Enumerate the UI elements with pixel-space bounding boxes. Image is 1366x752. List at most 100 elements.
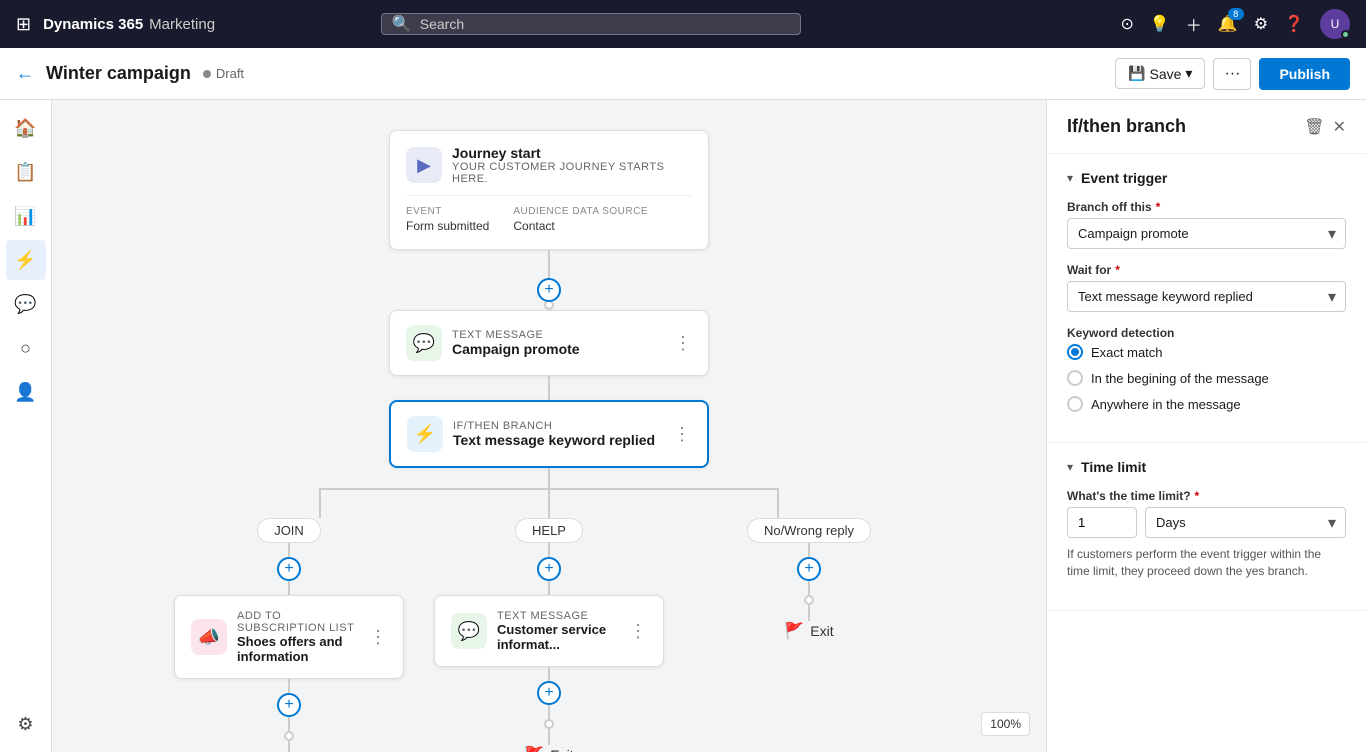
- help-connector-4: [548, 703, 550, 719]
- radio-anywhere[interactable]: Anywhere in the message: [1067, 396, 1346, 412]
- delete-button[interactable]: 🗑: [1304, 117, 1324, 137]
- wait-for-label: Wait for *: [1067, 263, 1346, 277]
- sidebar-settings[interactable]: ⚙: [6, 704, 46, 744]
- save-dropdown-icon[interactable]: ▾: [1185, 65, 1192, 82]
- branches-row: JOIN + 📣 Add to subscription list Shoes …: [169, 518, 929, 752]
- avatar[interactable]: U: [1320, 9, 1350, 39]
- branch-off-select[interactable]: Campaign promote: [1067, 218, 1346, 249]
- wrong-flag-icon: 🚩: [784, 621, 804, 641]
- panel-actions: 🗑 ✕: [1304, 117, 1346, 137]
- wrong-reply-branch: No/Wrong reply + 🚩 Exit: [689, 518, 929, 641]
- sidebar-home[interactable]: 🏠: [6, 108, 46, 148]
- wrong-reply-label: No/Wrong reply: [747, 518, 871, 543]
- save-button[interactable]: 💾 Save ▾: [1115, 58, 1205, 89]
- help-sub-menu[interactable]: ⋮: [629, 621, 647, 642]
- if-then-type: If/Then branch: [453, 420, 663, 432]
- time-limit-question: What's the time limit? *: [1067, 489, 1346, 503]
- environment-icon[interactable]: ⊙: [1120, 14, 1133, 34]
- join-label: JOIN: [257, 518, 321, 543]
- add-node-button-1[interactable]: +: [537, 278, 561, 302]
- add-help-button[interactable]: +: [537, 557, 561, 581]
- keyword-radio-group: Exact match In the begining of the messa…: [1067, 344, 1346, 412]
- sidebar-analytics[interactable]: 📊: [6, 196, 46, 236]
- connector-1: [548, 250, 550, 280]
- app-brand: Dynamics 365 Marketing: [43, 16, 215, 33]
- event-trigger-header[interactable]: ▾ Event trigger: [1067, 170, 1346, 186]
- join-connector-2: [288, 579, 290, 595]
- add-help-bottom-button[interactable]: +: [537, 681, 561, 705]
- sidebar-list[interactable]: 📋: [6, 152, 46, 192]
- panel-header: If/then branch 🗑 ✕: [1047, 100, 1366, 154]
- branch-off-label: Branch off this *: [1067, 200, 1346, 214]
- page-header: ← Winter campaign Draft 💾 Save ▾ ··· Pub…: [0, 48, 1366, 100]
- sidebar-circle[interactable]: ○: [6, 328, 46, 368]
- add-wrong-button[interactable]: +: [797, 557, 821, 581]
- add-join-bottom-button[interactable]: +: [277, 693, 301, 717]
- event-trigger-title: Event trigger: [1081, 170, 1167, 186]
- beginning-label: In the begining of the message: [1091, 371, 1269, 386]
- join-branch: JOIN + 📣 Add to subscription list Shoes …: [169, 518, 409, 752]
- help-icon[interactable]: ❓: [1284, 14, 1304, 34]
- branch-mid-down: [548, 488, 550, 518]
- branch-icon: ⚡: [407, 416, 443, 452]
- wait-for-required: *: [1115, 263, 1120, 277]
- search-input[interactable]: [420, 16, 790, 32]
- help-exit-label: Exit: [550, 747, 573, 752]
- journey-start-icon: ▶: [406, 147, 442, 183]
- event-value: Form submitted: [406, 219, 489, 233]
- add-icon[interactable]: ＋: [1186, 12, 1202, 36]
- wrong-exit: 🚩 Exit: [784, 621, 833, 641]
- time-number-input[interactable]: [1067, 507, 1137, 538]
- journey-start-name: Journey start: [452, 145, 692, 161]
- journey-start-node[interactable]: ▶ Journey start Your customer journey st…: [389, 130, 709, 250]
- radio-exact-match[interactable]: Exact match: [1067, 344, 1346, 360]
- help-sub-node[interactable]: 💬 Text message Customer service informat…: [434, 595, 664, 667]
- canvas-area[interactable]: ▶ Journey start Your customer journey st…: [52, 100, 1046, 752]
- time-unit-select[interactable]: Days Hours Minutes: [1145, 507, 1346, 538]
- join-sub-type: Add to subscription list: [237, 610, 359, 634]
- back-button[interactable]: ←: [16, 63, 34, 84]
- join-sub-node[interactable]: 📣 Add to subscription list Shoes offers …: [174, 595, 404, 679]
- help-branch: HELP + 💬 Text message Customer service i…: [429, 518, 669, 752]
- nav-icons-group: ⊙ 💡 ＋ 🔔 8 ⚙ ❓ U: [1120, 9, 1350, 39]
- branch-off-select-wrapper: Campaign promote: [1067, 218, 1346, 249]
- search-bar[interactable]: 🔍: [381, 13, 801, 35]
- journey-start-meta: EVENT Form submitted AUDIENCE DATA SOURC…: [406, 195, 692, 235]
- close-button[interactable]: ✕: [1333, 117, 1346, 137]
- add-join-button[interactable]: +: [277, 557, 301, 581]
- zoom-value: 100%: [990, 717, 1021, 731]
- help-exit: 🚩 Exit: [524, 745, 573, 752]
- if-then-menu[interactable]: ⋮: [673, 424, 691, 445]
- sms-icon: 💬: [406, 325, 442, 361]
- grid-icon[interactable]: ⊞: [16, 14, 31, 35]
- sidebar-chat[interactable]: 💬: [6, 284, 46, 324]
- connector-2: [548, 376, 550, 400]
- join-sub-info: Add to subscription list Shoes offers an…: [237, 610, 359, 664]
- keyword-detection-label: Keyword detection: [1067, 326, 1346, 340]
- time-unit-select-wrapper: Days Hours Minutes: [1145, 507, 1346, 538]
- settings-icon[interactable]: ⚙: [1254, 14, 1268, 34]
- lightbulb-icon[interactable]: 💡: [1150, 14, 1170, 34]
- text-message-node[interactable]: 💬 Text message Campaign promote ⋮: [389, 310, 709, 376]
- more-button[interactable]: ···: [1213, 58, 1251, 90]
- help-flag-icon: 🚩: [524, 745, 544, 752]
- text-message-menu[interactable]: ⋮: [674, 333, 692, 354]
- sidebar-journey[interactable]: ⚡: [6, 240, 46, 280]
- journey-start-desc: Your customer journey starts here.: [452, 161, 692, 185]
- time-limit-header[interactable]: ▾ Time limit: [1067, 459, 1346, 475]
- sidebar-person[interactable]: 👤: [6, 372, 46, 412]
- top-navigation: ⊞ Dynamics 365 Marketing 🔍 ⊙ 💡 ＋ 🔔 8 ⚙ ❓…: [0, 0, 1366, 48]
- branch-left-down: [319, 488, 321, 518]
- chevron-down-icon: ▾: [1067, 171, 1073, 185]
- join-sub-menu[interactable]: ⋮: [369, 627, 387, 648]
- join-sub-name: Shoes offers and information: [237, 634, 359, 664]
- wait-for-select[interactable]: Text message keyword replied: [1067, 281, 1346, 312]
- radio-beginning[interactable]: In the begining of the message: [1067, 370, 1346, 386]
- audience-meta: AUDIENCE DATA SOURCE Contact: [513, 206, 648, 235]
- help-sub-type: Text message: [497, 610, 619, 622]
- time-limit-input-group: Days Hours Minutes: [1067, 507, 1346, 538]
- publish-button[interactable]: Publish: [1259, 58, 1350, 90]
- if-then-node[interactable]: ⚡ If/Then branch Text message keyword re…: [389, 400, 709, 468]
- status-text: Draft: [216, 66, 244, 81]
- notifications-icon[interactable]: 🔔 8: [1218, 14, 1238, 34]
